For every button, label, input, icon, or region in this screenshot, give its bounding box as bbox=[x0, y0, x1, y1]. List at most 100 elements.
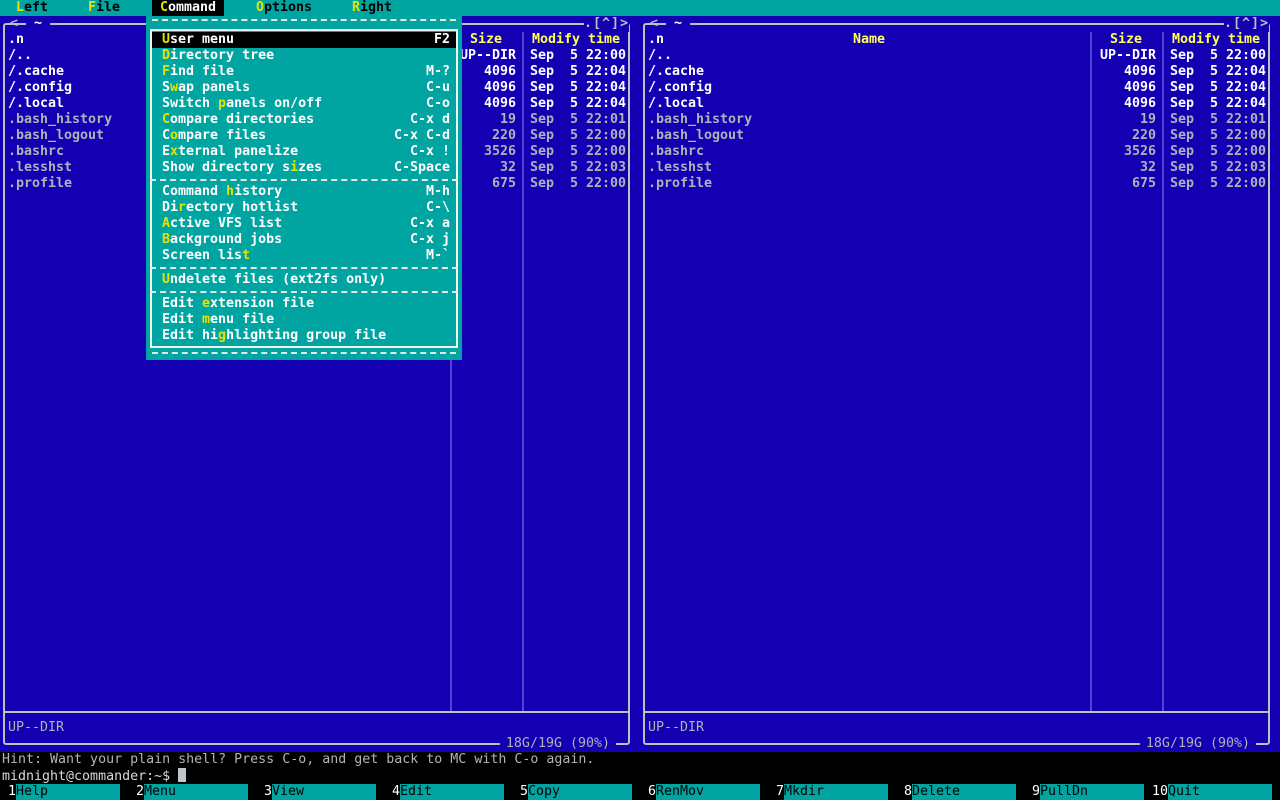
menu-item-compare-directories[interactable]: Compare directories C-x d bbox=[152, 112, 456, 128]
fkey-3-view[interactable]: 3 View bbox=[256, 784, 384, 800]
file-row-config[interactable]: /.config 4096 Sep 5 22:04 bbox=[640, 80, 1280, 96]
menu-item-compare-files[interactable]: Compare files C-x C-d bbox=[152, 128, 456, 144]
file-size: 220 bbox=[1131, 128, 1156, 143]
file-name: /.cache bbox=[8, 64, 65, 79]
label: User menu bbox=[162, 32, 235, 47]
fkey-number: 2 bbox=[135, 784, 144, 799]
file-row-bash-logout[interactable]: .bash_logout 220 Sep 5 22:00 bbox=[640, 128, 1280, 144]
file-row-local[interactable]: /.local 4096 Sep 5 22:04 bbox=[640, 96, 1280, 112]
history-back-icon[interactable]: < bbox=[650, 16, 658, 32]
fkey-6-renmov[interactable]: 6 RenMov bbox=[640, 784, 768, 800]
file-row-bash-history[interactable]: .bash_history 19 Sep 5 22:01 bbox=[640, 112, 1280, 128]
menu-item-shortcut: M-` bbox=[425, 248, 450, 263]
menu-item-switch-panels-on-off[interactable]: Switch panels on/off C-o bbox=[152, 96, 456, 112]
menu-separator bbox=[150, 291, 458, 293]
fkey-9-pulldn[interactable]: 9 PullDn bbox=[1024, 784, 1152, 800]
fkey-2-menu[interactable]: 2 Menu bbox=[128, 784, 256, 800]
menubar-item-left[interactable]: Left bbox=[8, 0, 56, 16]
column-header-size[interactable]: Size bbox=[1110, 32, 1142, 48]
fkey-5-copy[interactable]: 5 Copy bbox=[512, 784, 640, 800]
fkey-7-mkdir[interactable]: 7 Mkdir bbox=[768, 784, 896, 800]
menu-item-undelete-files-ext2fs-only[interactable]: Undelete files (ext2fs only) bbox=[152, 272, 456, 288]
label: Right bbox=[351, 0, 393, 15]
file-name: .bash_history bbox=[8, 112, 113, 127]
file-size: 3526 bbox=[483, 144, 516, 159]
menubar-item-options[interactable]: Options bbox=[248, 0, 320, 16]
column-header-mtime[interactable]: Modify time bbox=[1172, 32, 1260, 48]
fkey-label: RenMov bbox=[656, 784, 760, 800]
file-mtime: Sep 5 22:01 bbox=[1170, 112, 1267, 127]
menubar-item-right[interactable]: Right bbox=[344, 0, 400, 16]
file-size: 675 bbox=[1131, 176, 1156, 191]
menubar-item-command[interactable]: Command bbox=[152, 0, 224, 16]
menu-item-command-history[interactable]: Command history M-h bbox=[152, 184, 456, 200]
file-row-profile[interactable]: .profile 675 Sep 5 22:00 bbox=[640, 176, 1280, 192]
disk-usage: 18G/19G (90%) bbox=[499, 736, 616, 752]
label: Options bbox=[255, 0, 313, 15]
file-mtime: Sep 5 22:00 bbox=[1170, 144, 1267, 159]
fkey-8-delete[interactable]: 8 Delete bbox=[896, 784, 1024, 800]
panel-path[interactable]: ~ bbox=[666, 16, 691, 32]
panel-corner-buttons[interactable]: .[^]> bbox=[1224, 16, 1270, 32]
label: Find file bbox=[162, 64, 235, 79]
menu-item-directory-tree[interactable]: Directory tree bbox=[152, 48, 456, 64]
file-size: 675 bbox=[491, 176, 516, 191]
menu-item-shortcut: C-x C-d bbox=[393, 128, 450, 143]
file-name: .profile bbox=[648, 176, 713, 191]
file-name: /.local bbox=[648, 96, 705, 111]
fkey-number: 9 bbox=[1031, 784, 1040, 799]
label: Directory tree bbox=[162, 48, 275, 63]
fkey-label: Help bbox=[16, 784, 120, 800]
file-size: 4096 bbox=[1123, 64, 1156, 79]
menubar-item-file[interactable]: File bbox=[80, 0, 128, 16]
menu-item-background-jobs[interactable]: Background jobs C-x j bbox=[152, 232, 456, 248]
column-header-size[interactable]: Size bbox=[470, 32, 502, 48]
label: Directory hotlist bbox=[162, 200, 299, 215]
menu-item-swap-panels[interactable]: Swap panels C-u bbox=[152, 80, 456, 96]
menu-item-find-file[interactable]: Find file M-? bbox=[152, 64, 456, 80]
menu-item-edit-menu-file[interactable]: Edit menu file bbox=[152, 312, 456, 328]
menu-item-edit-highlighting-group-file[interactable]: Edit highlighting group file bbox=[152, 328, 456, 344]
command-menu: User menu F2 Directory tree Find file M-? Swa… bbox=[146, 16, 462, 360]
file-name: .bashrc bbox=[648, 144, 705, 159]
fkey-label: Mkdir bbox=[784, 784, 888, 800]
file-row-[interactable]: /.. UP--DIR Sep 5 22:00 bbox=[640, 48, 1280, 64]
fkey-4-edit[interactable]: 4 Edit bbox=[384, 784, 512, 800]
file-size: 4096 bbox=[483, 96, 516, 111]
file-size: 4096 bbox=[1123, 80, 1156, 95]
fkey-number: 10 bbox=[1152, 784, 1169, 799]
menu-item-shortcut: C-x a bbox=[409, 216, 450, 231]
file-mtime: Sep 5 22:03 bbox=[1170, 160, 1267, 175]
label: Left bbox=[15, 0, 49, 15]
menu-item-show-directory-sizes[interactable]: Show directory sizes C-Space bbox=[152, 160, 456, 176]
menu-item-shortcut: M-? bbox=[425, 64, 450, 79]
panel-corner-buttons[interactable]: .[^]> bbox=[584, 16, 630, 32]
menu-item-external-panelize[interactable]: External panelize C-x ! bbox=[152, 144, 456, 160]
file-mtime: Sep 5 22:04 bbox=[1170, 96, 1267, 111]
history-back-icon[interactable]: < bbox=[10, 16, 18, 32]
column-header-mtime[interactable]: Modify time bbox=[532, 32, 620, 48]
menu-item-active-vfs-list[interactable]: Active VFS list C-x a bbox=[152, 216, 456, 232]
file-row-lesshst[interactable]: .lesshst 32 Sep 5 22:03 bbox=[640, 160, 1280, 176]
label: Swap panels bbox=[162, 80, 251, 95]
menu-item-shortcut: C-u bbox=[425, 80, 450, 95]
file-mtime: Sep 5 22:00 bbox=[530, 48, 627, 63]
column-header-name[interactable]: Name bbox=[853, 32, 885, 48]
menu-item-screen-list[interactable]: Screen list M-` bbox=[152, 248, 456, 264]
file-name: .lesshst bbox=[648, 160, 713, 175]
menu-item-user-menu[interactable]: User menu F2 bbox=[152, 32, 456, 48]
fkey-10-quit[interactable]: 10 Quit bbox=[1152, 784, 1280, 800]
label: Edit extension file bbox=[162, 296, 315, 311]
file-mtime: Sep 5 22:03 bbox=[530, 160, 627, 175]
file-name: /.config bbox=[8, 80, 73, 95]
file-row-bashrc[interactable]: .bashrc 3526 Sep 5 22:00 bbox=[640, 144, 1280, 160]
menu-item-directory-hotlist[interactable]: Directory hotlist C-\ bbox=[152, 200, 456, 216]
fkey-1-help[interactable]: 1 Help bbox=[0, 784, 128, 800]
menu-item-shortcut: F2 bbox=[433, 32, 450, 47]
panel-path[interactable]: ~ bbox=[26, 16, 51, 32]
menu-item-edit-extension-file[interactable]: Edit extension file bbox=[152, 296, 456, 312]
shell-prompt[interactable]: midnight@commander:~$ bbox=[2, 768, 1280, 784]
file-name: /.cache bbox=[648, 64, 705, 79]
fkey-number: 3 bbox=[263, 784, 272, 799]
file-row-cache[interactable]: /.cache 4096 Sep 5 22:04 bbox=[640, 64, 1280, 80]
